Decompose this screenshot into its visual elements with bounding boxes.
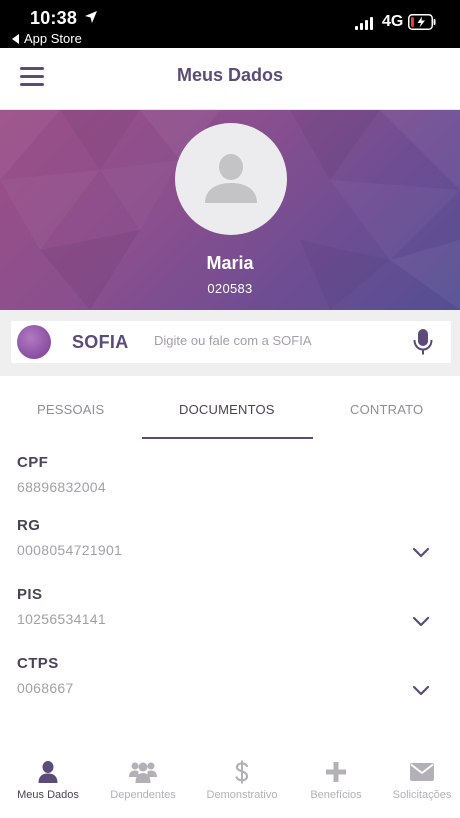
page-title: Meus Dados [176, 65, 284, 85]
nav-label: Solicitações [392, 789, 452, 801]
plus-icon [326, 762, 346, 782]
assistant-bar[interactable]: SOFIA [11, 321, 451, 363]
tab-bar: PESSOAIS DOCUMENTOS CONTRATO [0, 376, 460, 440]
group-icon [129, 762, 157, 783]
document-value: 0008054721901 [17, 542, 123, 558]
status-bar: 10:38 App Store 4G [0, 0, 460, 48]
document-value: 68896832004 [17, 479, 106, 495]
active-tab-indicator [142, 437, 313, 439]
profile-hero: Maria 020583 [0, 110, 460, 310]
network-type: 4G [382, 13, 404, 30]
location-arrow-icon [85, 11, 97, 23]
envelope-icon [410, 763, 434, 781]
nav-meus-dados[interactable]: Meus Dados [2, 750, 94, 818]
document-value: 0068667 [17, 680, 74, 696]
microphone-icon[interactable] [412, 328, 434, 356]
user-silhouette-icon [205, 154, 257, 203]
document-item-rg[interactable]: RG 0008054721901 [0, 517, 460, 577]
assistant-input[interactable] [154, 333, 399, 348]
document-value: 10256534141 [17, 611, 106, 627]
user-icon [38, 761, 58, 783]
profile-name: Maria [206, 253, 254, 273]
document-label: CPF [17, 454, 49, 471]
document-item-ctps[interactable]: CTPS 0068667 [0, 655, 460, 715]
nav-solicitacoes[interactable]: Solicitações [376, 750, 460, 818]
status-time: 10:38 [30, 8, 78, 28]
chevron-down-icon[interactable] [410, 679, 432, 701]
document-label: CTPS [17, 655, 59, 672]
nav-demonstrativo[interactable]: Demonstrativo [196, 750, 288, 818]
assistant-avatar [17, 325, 51, 359]
assistant-band: SOFIA [0, 310, 460, 376]
assistant-name: SOFIA [72, 332, 129, 352]
tab-documentos[interactable]: DOCUMENTOS [179, 402, 275, 417]
document-item-cpf: CPF 68896832004 [0, 454, 460, 514]
document-label: RG [17, 517, 41, 534]
cellular-signal-icon [355, 16, 373, 30]
bottom-navigation: Meus Dados Dependentes Demonstrativo Ben… [0, 750, 460, 818]
battery-icon [408, 14, 436, 30]
document-label: PIS [17, 586, 43, 603]
nav-dependentes[interactable]: Dependentes [97, 750, 189, 818]
profile-registration: 020583 [207, 281, 253, 296]
back-triangle-icon [12, 33, 19, 44]
document-item-pis[interactable]: PIS 10256534141 [0, 586, 460, 646]
nav-beneficios[interactable]: Benefícios [290, 750, 382, 818]
app-header: Meus Dados [0, 48, 460, 110]
back-to-app-link[interactable]: App Store [12, 31, 82, 46]
chevron-down-icon[interactable] [410, 610, 432, 632]
nav-label: Dependentes [110, 789, 176, 801]
chevron-down-icon[interactable] [410, 541, 432, 563]
dollar-icon [235, 760, 249, 784]
back-app-label: App Store [24, 31, 82, 46]
avatar[interactable] [175, 123, 287, 235]
tab-contrato[interactable]: CONTRATO [350, 402, 423, 417]
tab-pessoais[interactable]: PESSOAIS [37, 402, 104, 417]
